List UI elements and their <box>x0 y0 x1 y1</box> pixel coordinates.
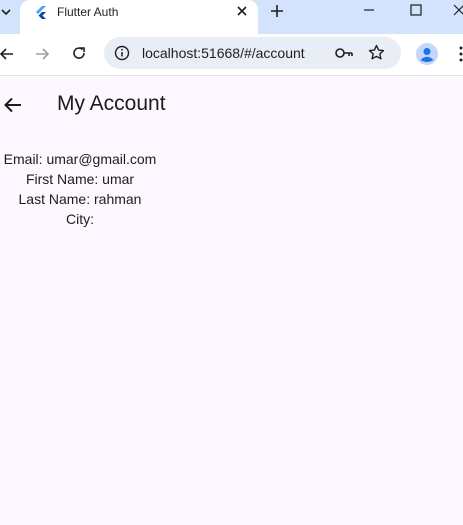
info-icon[interactable] <box>114 45 130 61</box>
flutter-icon <box>36 6 46 19</box>
browser-toolbar: localhost:51668/#/account <box>0 34 463 76</box>
more-menu-icon[interactable] <box>456 42 463 66</box>
account-details: Email: umar@gmail.com First Name: umar L… <box>0 150 160 230</box>
url-text[interactable]: localhost:51668/#/account <box>142 45 305 61</box>
first-name-text: First Name: umar <box>25 171 135 187</box>
last-name-text: Last Name: rahman <box>18 191 142 207</box>
city-text: City: <box>66 211 94 227</box>
maximize-icon[interactable] <box>409 3 423 17</box>
page-title: My Account <box>57 92 166 115</box>
key-icon[interactable] <box>334 45 354 61</box>
browser-tab[interactable]: Flutter Auth <box>20 0 258 34</box>
star-icon[interactable] <box>368 44 385 61</box>
minimize-icon[interactable] <box>362 3 376 17</box>
forward-arrow-icon[interactable] <box>33 45 51 63</box>
tab-title: Flutter Auth <box>57 5 119 19</box>
close-window-icon[interactable] <box>452 3 463 17</box>
chevron-down-icon[interactable] <box>0 4 16 20</box>
email-text: Email: umar@gmail.com <box>3 151 157 167</box>
reload-icon[interactable] <box>70 44 88 62</box>
app-bar: My Account <box>0 77 463 133</box>
address-bar[interactable]: localhost:51668/#/account <box>104 37 401 69</box>
browser-tab-strip: Flutter Auth <box>0 0 463 34</box>
plus-icon[interactable] <box>268 2 286 20</box>
profile-icon[interactable] <box>416 43 438 65</box>
back-arrow-icon[interactable] <box>0 45 16 63</box>
close-icon[interactable] <box>234 3 250 19</box>
back-arrow-icon[interactable] <box>3 95 23 115</box>
